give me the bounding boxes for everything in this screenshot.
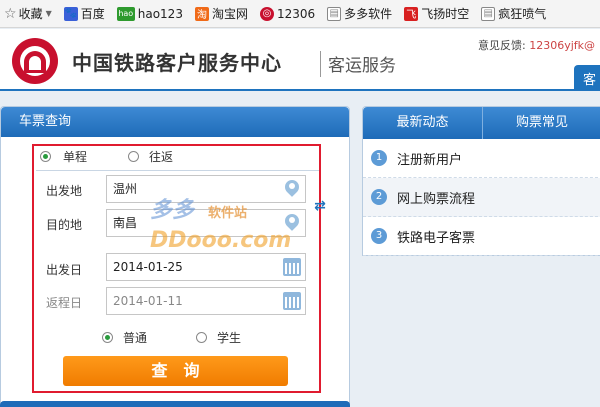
number-badge: 2: [371, 189, 387, 205]
bookmark-fengkuang[interactable]: ▤ 疯狂喷气: [481, 5, 546, 22]
star-icon: ☆: [4, 5, 17, 22]
bookmark-taobao[interactable]: 淘 淘宝网: [194, 5, 248, 22]
bookmarks-bar: ☆ 收藏 ▼ 🐾 百度 hao hao123 淘 淘宝网 ◎ 12306 ▤ 多…: [0, 0, 600, 28]
site-header: 中国铁路客户服务中心 客运服务 意见反馈: 12306yjfk@ 客: [0, 29, 600, 91]
radio-button[interactable]: [40, 151, 51, 162]
return-date-input[interactable]: 2014-01-11: [106, 287, 306, 315]
trip-one-way-option[interactable]: 单程: [40, 148, 87, 165]
list-item[interactable]: 3 铁路电子客票: [363, 217, 600, 256]
number-badge: 3: [371, 228, 387, 244]
page-icon: ▤: [481, 6, 496, 21]
next-panel-header: [0, 401, 350, 407]
bookmark-label: 百度: [80, 7, 105, 21]
bookmark-hao123[interactable]: hao hao123: [116, 6, 183, 21]
bookmark-duoduo[interactable]: ▤ 多多软件: [327, 5, 392, 22]
bookmark-label: 淘宝网: [211, 7, 248, 21]
radio-button[interactable]: [128, 151, 139, 162]
number-badge: 1: [371, 150, 387, 166]
from-label: 出发地: [46, 184, 83, 198]
to-label: 目的地: [46, 218, 83, 232]
divider: [36, 170, 319, 171]
favorites-button[interactable]: ☆ 收藏 ▼: [4, 5, 52, 22]
calendar-icon[interactable]: [283, 292, 301, 310]
return-date-label: 返程日: [46, 296, 83, 310]
bookmark-baidu[interactable]: 🐾 百度: [63, 5, 105, 22]
baidu-paw-icon: 🐾: [63, 6, 78, 21]
list-item[interactable]: 2 网上购票流程: [363, 178, 600, 217]
bookmark-label: 疯狂喷气: [498, 7, 547, 21]
news-tabs: 最新动态 购票常见: [363, 107, 600, 139]
trip-round-option[interactable]: 往返: [128, 148, 173, 165]
title-divider: [320, 51, 321, 77]
list-item[interactable]: 1 注册新用户: [363, 139, 600, 178]
taobao-icon: 淘: [194, 6, 209, 21]
panel-title: 车票查询: [1, 107, 349, 137]
tab-latest-news[interactable]: 最新动态: [363, 107, 482, 139]
bookmark-label: 12306: [276, 6, 316, 21]
page-icon: ▤: [327, 6, 342, 21]
site-subtitle: 客运服务: [328, 56, 396, 76]
to-station-input[interactable]: 南昌: [106, 209, 306, 237]
search-button[interactable]: 查询: [63, 356, 288, 386]
radio-button[interactable]: [102, 332, 113, 343]
tab-faq[interactable]: 购票常见: [481, 107, 600, 139]
location-pin-icon[interactable]: [285, 214, 299, 232]
depart-date-input[interactable]: 2014-01-25: [106, 253, 306, 281]
feiyang-icon: 飞: [404, 6, 419, 21]
hao123-icon: hao: [116, 6, 135, 21]
depart-date-label: 出发日: [46, 263, 83, 277]
chevron-down-icon: ▼: [45, 9, 52, 18]
news-panel: 最新动态 购票常见 1 注册新用户 2 网上购票流程 3 铁路电子客票: [362, 106, 600, 256]
12306-icon: ◎: [259, 6, 274, 21]
bookmark-label: hao123: [137, 6, 183, 21]
favorites-label: 收藏: [18, 7, 43, 21]
location-pin-icon[interactable]: [285, 180, 299, 198]
bookmark-label: 飞扬时空: [421, 7, 470, 21]
radio-button[interactable]: [196, 332, 207, 343]
feedback-email[interactable]: 12306yjfk@: [529, 39, 595, 52]
passenger-type-normal[interactable]: 普通: [102, 329, 147, 346]
from-station-input[interactable]: 温州: [106, 175, 306, 203]
bookmark-feiyang[interactable]: 飞 飞扬时空: [404, 5, 469, 22]
feedback-link[interactable]: 意见反馈: 12306yjfk@: [478, 37, 595, 53]
site-title: 中国铁路客户服务中心: [72, 51, 282, 75]
passenger-type-student[interactable]: 学生: [196, 329, 241, 346]
nav-tab-passenger[interactable]: 客: [574, 65, 600, 91]
railway-logo-icon[interactable]: [12, 38, 58, 84]
swap-stations-icon[interactable]: ⇄: [312, 198, 328, 214]
calendar-icon[interactable]: [283, 258, 301, 276]
bookmark-label: 多多软件: [344, 7, 393, 21]
bookmark-12306[interactable]: ◎ 12306: [259, 6, 316, 21]
